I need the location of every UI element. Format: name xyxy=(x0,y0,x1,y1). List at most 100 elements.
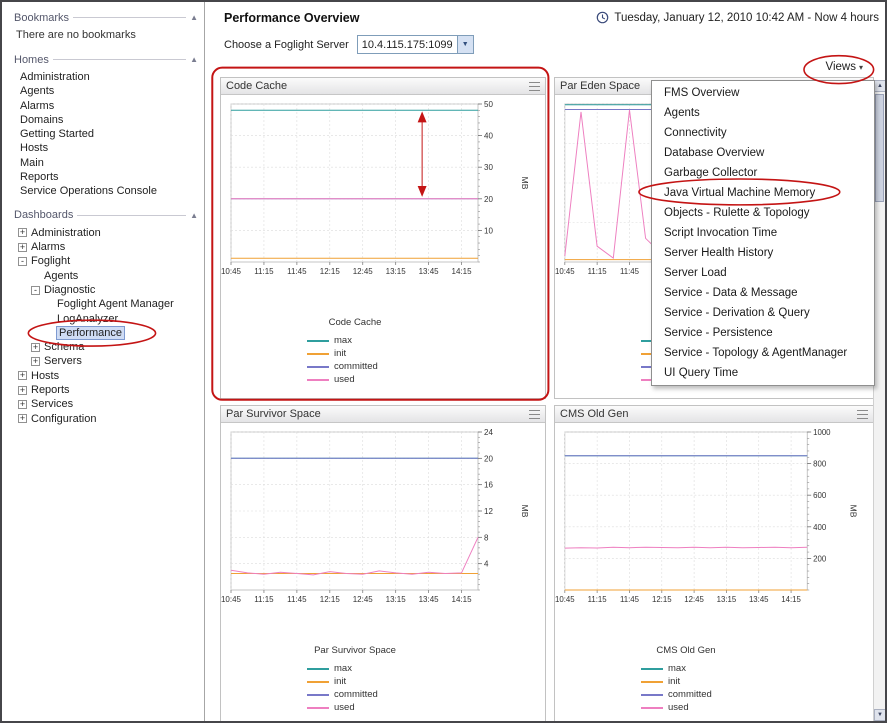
tree-item-diagnostic[interactable]: -Diagnostic xyxy=(8,283,204,297)
tree-item-services[interactable]: +Services xyxy=(8,397,204,411)
tree-item-configuration[interactable]: + Configuration xyxy=(8,412,204,426)
views-menu-item-database-overview[interactable]: Database Overview xyxy=(652,143,874,163)
tree-item-reports[interactable]: +Reports xyxy=(8,383,204,397)
expand-icon[interactable]: + xyxy=(18,243,27,252)
views-menu-item-server-health-history[interactable]: Server Health History xyxy=(652,243,874,263)
sidebar-item-domains[interactable]: Domains xyxy=(20,113,204,127)
chart-panel-header: Par Survivor Space xyxy=(221,406,545,423)
svg-text:50: 50 xyxy=(484,100,493,109)
expand-icon[interactable]: + xyxy=(31,357,40,366)
collapse-arrow-icon[interactable]: ▲ xyxy=(190,211,198,220)
svg-text:MB: MB xyxy=(848,505,858,518)
homes-section: Homes ▲ AdministrationAgentsAlarmsDomain… xyxy=(8,52,204,199)
svg-text:13:45: 13:45 xyxy=(749,595,769,604)
svg-text:800: 800 xyxy=(813,460,827,469)
legend-swatch xyxy=(307,694,329,696)
chart-plot-cms-old-gen: 10:4511:1511:4512:1512:4513:1513:4514:15… xyxy=(555,424,873,639)
server-select-value: 10.4.115.175:1099 xyxy=(358,39,457,51)
views-menu-item-objects-rulette-topology[interactable]: Objects - Rulette & Topology xyxy=(652,203,874,223)
tree-item-agents[interactable]: Agents xyxy=(8,269,204,283)
views-button[interactable]: Views ▾ xyxy=(826,61,863,73)
dashboards-section: Dashboards ▲ +Administration+Alarms-Fogl… xyxy=(8,208,204,426)
expand-icon[interactable]: + xyxy=(18,414,27,423)
views-menu-item-agents[interactable]: Agents xyxy=(652,103,874,123)
collapse-icon[interactable]: - xyxy=(31,286,40,295)
collapse-arrow-icon[interactable]: ▲ xyxy=(190,13,198,22)
tree-item-servers[interactable]: +Servers xyxy=(8,354,204,368)
svg-text:10:45: 10:45 xyxy=(555,267,575,276)
views-menu-item-service-derivation-query[interactable]: Service - Derivation & Query xyxy=(652,303,874,323)
svg-text:MB: MB xyxy=(520,505,530,518)
server-select[interactable]: 10.4.115.175:1099 ▼ xyxy=(357,35,474,54)
chart-panel-code-cache: Code Cache 10:4511:1511:4512:1512:4513:1… xyxy=(220,77,546,399)
tree-item-hosts[interactable]: +Hosts xyxy=(8,369,204,383)
views-menu-item-ui-query-time[interactable]: UI Query Time xyxy=(652,363,874,383)
legend-swatch xyxy=(641,681,663,683)
views-menu-item-server-load[interactable]: Server Load xyxy=(652,263,874,283)
collapse-arrow-icon[interactable]: ▲ xyxy=(190,55,198,64)
chart-caption: Code Cache xyxy=(221,317,545,328)
tree-item-loganalyzer[interactable]: LogAnalyzer xyxy=(8,311,204,325)
chevron-down-icon[interactable]: ▼ xyxy=(457,36,473,53)
bookmarks-title: Bookmarks xyxy=(14,12,69,24)
scrollbar-thumb[interactable] xyxy=(875,94,884,202)
expand-icon[interactable]: + xyxy=(18,371,27,380)
sidebar-item-hosts[interactable]: Hosts xyxy=(20,141,204,155)
chart-options-icon[interactable] xyxy=(857,410,868,419)
legend-swatch xyxy=(307,668,329,670)
svg-text:200: 200 xyxy=(813,554,827,563)
chart-options-icon[interactable] xyxy=(529,82,540,91)
sidebar-item-main[interactable]: Main xyxy=(20,156,204,170)
sidebar-item-reports[interactable]: Reports xyxy=(20,170,204,184)
views-menu-item-fms-overview[interactable]: FMS Overview xyxy=(652,83,874,103)
sidebar-item-service-operations-console[interactable]: Service Operations Console xyxy=(20,184,204,198)
chart-legend: maxinitcommittedused xyxy=(221,662,545,714)
legend-item-used: used xyxy=(641,701,873,714)
views-menu-item-java-virtual-machine-memory[interactable]: Java Virtual Machine Memory xyxy=(652,183,874,203)
legend-label: used xyxy=(334,374,355,385)
legend-swatch xyxy=(641,694,663,696)
sidebar-item-agents[interactable]: Agents xyxy=(20,84,204,98)
views-menu-item-script-invocation-time[interactable]: Script Invocation Time xyxy=(652,223,874,243)
svg-text:13:15: 13:15 xyxy=(386,595,407,604)
views-menu-item-service-data-message[interactable]: Service - Data & Message xyxy=(652,283,874,303)
bookmarks-section-header[interactable]: Bookmarks ▲ xyxy=(8,10,204,25)
chart-panel-par-survivor-space: Par Survivor Space 10:4511:1511:4512:151… xyxy=(220,405,546,723)
dashboards-section-header[interactable]: Dashboards ▲ xyxy=(8,208,204,223)
legend-label: used xyxy=(334,702,355,713)
svg-text:10:45: 10:45 xyxy=(555,595,575,604)
tree-item-foglight[interactable]: -Foglight xyxy=(8,254,204,268)
views-menu-item-connectivity[interactable]: Connectivity xyxy=(652,123,874,143)
legend-swatch xyxy=(307,707,329,709)
homes-section-header[interactable]: Homes ▲ xyxy=(8,52,204,67)
tree-item-alarms[interactable]: +Alarms xyxy=(8,240,204,254)
sidebar-item-administration[interactable]: Administration xyxy=(20,70,204,84)
tree-item-schema[interactable]: +Schema xyxy=(8,340,204,354)
chart-options-icon[interactable] xyxy=(529,410,540,419)
views-menu-item-service-topology-agentmanager[interactable]: Service - Topology & AgentManager xyxy=(652,343,874,363)
tree-item-performance[interactable]: Performance xyxy=(8,326,204,340)
expand-icon[interactable]: + xyxy=(18,400,27,409)
legend-label: max xyxy=(668,663,686,674)
time-range-control[interactable]: Tuesday, January 12, 2010 10:42 AM - Now… xyxy=(596,11,879,24)
expand-icon[interactable]: + xyxy=(18,386,27,395)
tree-item-foglight-agent-manager[interactable]: Foglight Agent Manager xyxy=(8,297,204,311)
sidebar-item-getting-started[interactable]: Getting Started xyxy=(20,127,204,141)
legend-item-committed: committed xyxy=(307,688,545,701)
expand-icon[interactable]: + xyxy=(18,228,27,237)
tree-item-label: Configuration xyxy=(31,413,96,425)
collapse-icon[interactable]: - xyxy=(18,257,27,266)
scroll-down-icon[interactable]: ▼ xyxy=(874,709,886,721)
sidebar: Bookmarks ▲ There are no bookmarks Homes… xyxy=(2,2,205,721)
dashboards-title: Dashboards xyxy=(14,209,73,221)
svg-text:600: 600 xyxy=(813,491,827,500)
views-menu-item-garbage-collector[interactable]: Garbage Collector xyxy=(652,163,874,183)
expand-icon[interactable]: + xyxy=(31,343,40,352)
legend-item-init: init xyxy=(307,675,545,688)
svg-text:8: 8 xyxy=(484,533,489,542)
scroll-up-icon[interactable]: ▲ xyxy=(874,80,886,92)
svg-text:13:15: 13:15 xyxy=(386,267,407,276)
sidebar-item-alarms[interactable]: Alarms xyxy=(20,99,204,113)
tree-item-administration[interactable]: +Administration xyxy=(8,226,204,240)
views-menu-item-service-persistence[interactable]: Service - Persistence xyxy=(652,323,874,343)
